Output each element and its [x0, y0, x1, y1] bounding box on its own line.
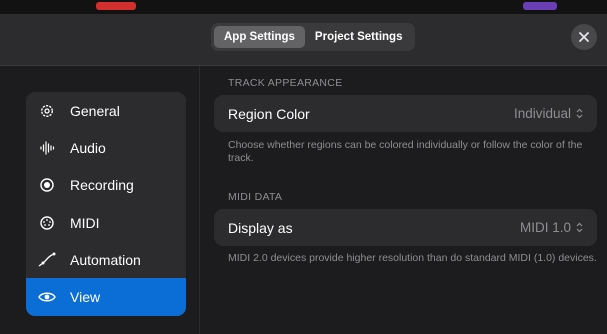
sidebar-item-automation[interactable]: Automation [26, 241, 186, 278]
automation-curve-icon [38, 251, 56, 269]
tab-app-settings[interactable]: App Settings [214, 26, 305, 48]
sidebar-item-label: Audio [70, 139, 106, 156]
eye-icon [38, 288, 56, 306]
record-icon [38, 176, 56, 194]
sidebar-item-label: Recording [70, 177, 134, 194]
tab-project-settings[interactable]: Project Settings [305, 26, 413, 48]
chevron-up-down-icon [576, 108, 583, 119]
display-as-value: MIDI 1.0 [519, 220, 571, 235]
waveform-icon [38, 139, 56, 157]
settings-header: App Settings Project Settings [0, 14, 607, 66]
section-header-midi-data: MIDI DATA [228, 191, 283, 203]
sidebar-item-label: Automation [70, 251, 141, 268]
gear-icon [38, 102, 56, 120]
sidebar-item-label: View [70, 289, 101, 306]
sidebar-item-recording[interactable]: Recording [26, 167, 186, 204]
display-as-select[interactable]: MIDI 1.0 [520, 220, 583, 235]
sidebar-item-midi[interactable]: MIDI [26, 204, 186, 241]
sidebar-item-label: MIDI [70, 214, 100, 231]
chevron-up-down-icon [576, 222, 583, 233]
sidebar-item-general[interactable]: General [26, 92, 186, 129]
display-as-label: Display as [228, 219, 293, 236]
display-as-footer: MIDI 2.0 devices provide higher resoluti… [228, 252, 597, 264]
sidebar-item-view[interactable]: View [26, 278, 186, 316]
section-header-track-appearance: TRACK APPEARANCE [228, 77, 343, 89]
background-record-indicator [96, 2, 136, 10]
settings-sidebar: General Audio Recording MIDI Automation … [26, 92, 186, 316]
region-color-row[interactable]: Region Color Individual [214, 95, 597, 132]
sidebar-item-audio[interactable]: Audio [26, 129, 186, 166]
region-color-value: Individual [513, 106, 571, 121]
sidebar-item-label: General [70, 102, 120, 119]
region-color-label: Region Color [228, 105, 310, 122]
midi-port-icon [38, 214, 56, 232]
background-purple-indicator [523, 2, 557, 10]
xmark-icon [579, 32, 589, 42]
close-button[interactable] [571, 24, 597, 50]
region-color-select[interactable]: Individual [514, 106, 583, 121]
display-as-row[interactable]: Display as MIDI 1.0 [214, 209, 597, 246]
settings-segmented-control: App Settings Project Settings [211, 23, 416, 51]
background-window-strip [0, 0, 607, 14]
region-color-footer: Choose whether regions can be colored in… [228, 139, 583, 164]
